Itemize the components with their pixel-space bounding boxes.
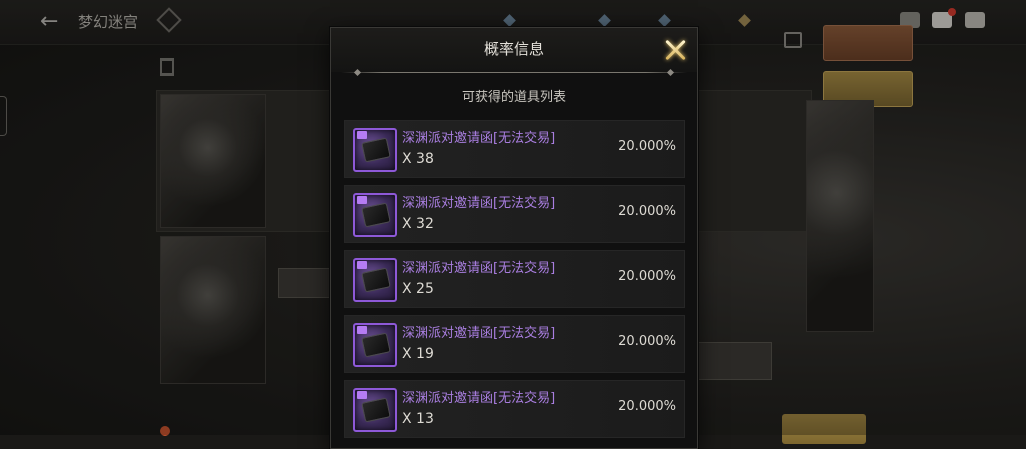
item-probability: 20.000% xyxy=(618,139,676,154)
item-quantity: X 32 xyxy=(402,216,434,232)
item-quantity: X 38 xyxy=(402,151,434,167)
item-quantity: X 25 xyxy=(402,281,434,297)
divider xyxy=(341,72,687,73)
item-list-heading: 可获得的道具列表 xyxy=(461,90,566,105)
item-quantity: X 19 xyxy=(402,346,434,362)
invitation-item-icon[interactable] xyxy=(353,323,397,367)
dialog-title: 概率信息 xyxy=(483,40,544,58)
item-name: 深渊派对邀请函[无法交易] xyxy=(402,131,556,146)
item-name: 深渊派对邀请函[无法交易] xyxy=(402,326,556,341)
item-list[interactable]: 深渊派对邀请函[无法交易] X 38 20.000% 深渊派对邀请函[无法交易]… xyxy=(344,120,685,445)
item-probability: 20.000% xyxy=(618,204,676,219)
list-item[interactable]: 深渊派对邀请函[无法交易] X 32 20.000% xyxy=(344,185,685,243)
invitation-item-icon[interactable] xyxy=(353,128,397,172)
item-probability: 20.000% xyxy=(618,334,676,349)
item-name: 深渊派对邀请函[无法交易] xyxy=(402,196,556,211)
list-item[interactable]: 深渊派对邀请函[无法交易] X 25 20.000% xyxy=(344,250,685,308)
invitation-item-icon[interactable] xyxy=(353,193,397,237)
item-name: 深渊派对邀请函[无法交易] xyxy=(402,261,556,276)
item-quantity: X 13 xyxy=(402,411,434,427)
dialog-header: 概率信息 xyxy=(331,28,697,72)
invitation-item-icon[interactable] xyxy=(353,258,397,302)
probability-dialog: 概率信息 可获得的道具列表 深渊派对邀请函[无法交易] X 38 20.000%… xyxy=(330,27,698,449)
close-icon[interactable] xyxy=(661,36,689,64)
item-probability: 20.000% xyxy=(618,399,676,414)
list-item[interactable]: 深渊派对邀请函[无法交易] X 19 20.000% xyxy=(344,315,685,373)
list-item[interactable]: 深渊派对邀请函[无法交易] X 38 20.000% xyxy=(344,120,685,178)
item-probability: 20.000% xyxy=(618,269,676,284)
list-item[interactable]: 深渊派对邀请函[无法交易] X 13 20.000% xyxy=(344,380,685,438)
invitation-item-icon[interactable] xyxy=(353,388,397,432)
item-name: 深渊派对邀请函[无法交易] xyxy=(402,391,556,406)
